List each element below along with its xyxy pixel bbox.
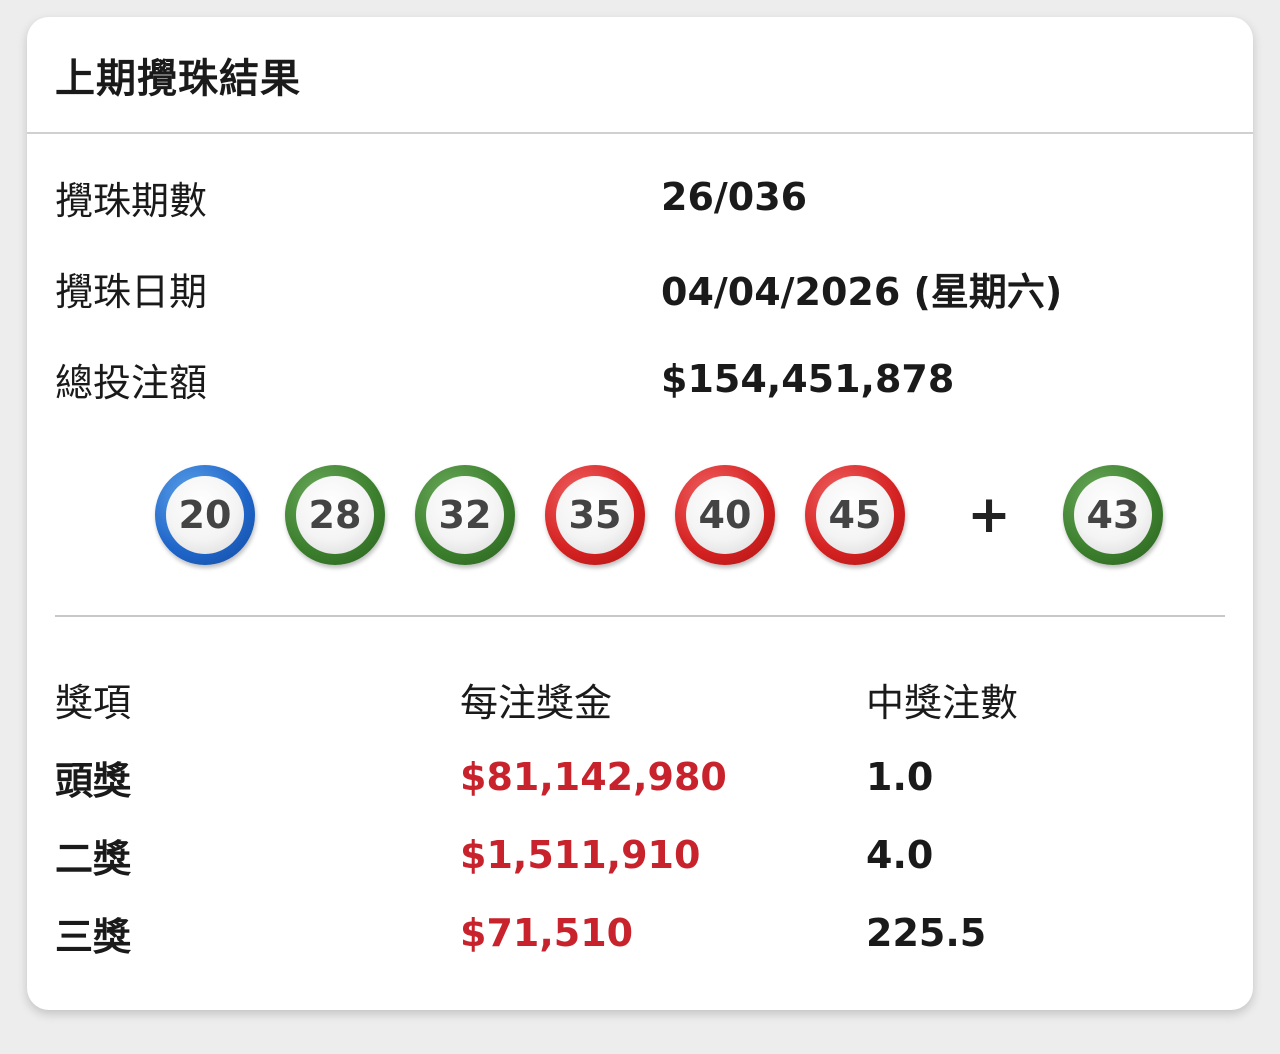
drawn-numbers: 20 28 32 35 40 45 + 43 [155, 463, 1193, 567]
ball-1-number: 20 [178, 493, 232, 537]
prize-amount: $71,510 [460, 911, 634, 955]
ball-5: 40 [675, 465, 775, 565]
ball-3: 32 [415, 465, 515, 565]
ball-6-number: 45 [828, 493, 882, 537]
ball-6: 45 [805, 465, 905, 565]
header-count: 中獎注數 [866, 680, 1019, 725]
winning-count: 225.5 [866, 911, 987, 955]
draw-number-label: 攪珠期數 [55, 178, 208, 223]
prize-name: 三獎 [55, 914, 132, 959]
winning-count: 1.0 [866, 755, 934, 799]
ball-5-number: 40 [698, 493, 752, 537]
draw-date-value: 04/04/2026 (星期六) [661, 269, 1063, 314]
total-turnover-value: $154,451,878 [661, 357, 955, 401]
ball-2: 28 [285, 465, 385, 565]
info-row-total-turnover: 總投注額 $154,451,878 [55, 349, 954, 409]
table-row: 三獎 $71,510 225.5 [55, 903, 1166, 963]
last-draw-card: 上期攪珠結果 攪珠期數 26/036 攪珠日期 04/04/2026 (星期六)… [27, 17, 1253, 1010]
winning-count: 4.0 [866, 833, 934, 877]
ball-4: 35 [545, 465, 645, 565]
prize-table-header: 獎項 每注獎金 中獎注數 [55, 669, 1166, 729]
header-amount: 每注獎金 [460, 680, 613, 725]
info-row-draw-number: 攪珠期數 26/036 [55, 167, 807, 227]
prize-name: 頭獎 [55, 758, 132, 803]
table-row: 頭獎 $81,142,980 1.0 [55, 747, 1166, 807]
section-divider [55, 615, 1225, 617]
header-prize: 獎項 [55, 680, 132, 725]
draw-date-label: 攪珠日期 [55, 269, 208, 314]
extra-ball: 43 [1063, 465, 1163, 565]
prize-amount: $1,511,910 [460, 833, 701, 877]
extra-ball-number: 43 [1086, 493, 1140, 537]
draw-number-value: 26/036 [661, 175, 808, 219]
ball-4-number: 35 [568, 493, 622, 537]
prize-name: 二獎 [55, 836, 132, 881]
ball-1: 20 [155, 465, 255, 565]
prize-amount: $81,142,980 [460, 755, 727, 799]
info-row-draw-date: 攪珠日期 04/04/2026 (星期六) [55, 258, 1062, 318]
table-row: 二獎 $1,511,910 4.0 [55, 825, 1166, 885]
total-turnover-label: 總投注額 [55, 360, 208, 405]
ball-2-number: 28 [308, 493, 362, 537]
ball-3-number: 32 [438, 493, 492, 537]
card-title: 上期攪珠結果 [55, 55, 301, 102]
plus-icon: + [967, 485, 1011, 545]
card-header: 上期攪珠結果 [27, 17, 1253, 134]
